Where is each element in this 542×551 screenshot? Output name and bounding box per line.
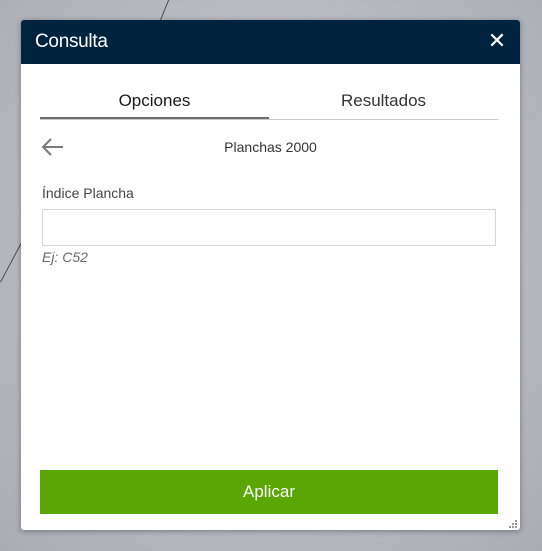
- tab-opciones[interactable]: Opciones: [40, 88, 269, 119]
- dialog-header: Consulta ✕: [21, 20, 520, 64]
- map-line: [160, 0, 171, 21]
- close-icon[interactable]: ✕: [487, 29, 507, 53]
- tab-bar: Opciones Resultados: [40, 88, 498, 120]
- tab-resultados[interactable]: Resultados: [269, 88, 498, 118]
- indice-plancha-input[interactable]: [42, 209, 496, 246]
- apply-button[interactable]: Aplicar: [40, 470, 498, 514]
- layer-title: Planchas 2000: [224, 139, 317, 155]
- resize-handle-icon[interactable]: [507, 517, 519, 529]
- map-line: [0, 242, 23, 283]
- dialog-title: Consulta: [35, 31, 108, 52]
- field-label: Índice Plancha: [42, 185, 134, 201]
- field-hint: Ej: C52: [42, 249, 88, 265]
- query-dialog: Consulta ✕ Opciones Resultados Planchas …: [21, 20, 520, 530]
